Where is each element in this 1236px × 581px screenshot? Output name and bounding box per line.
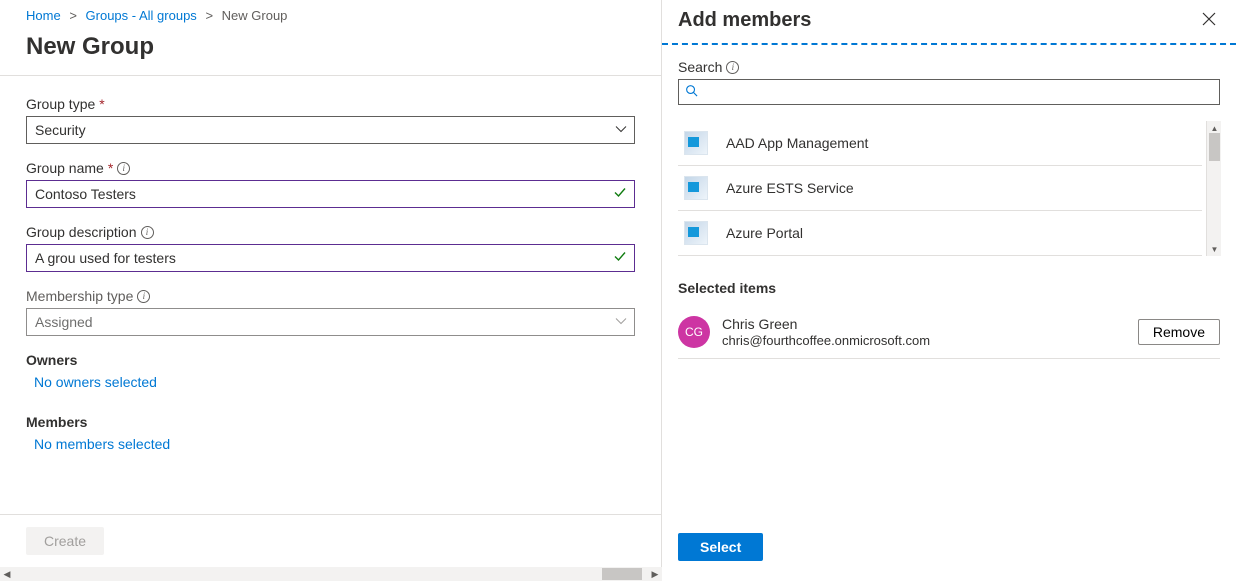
membership-type-label: Membership type [26, 288, 635, 304]
vertical-scrollbar[interactable]: ▲ ▼ [1206, 121, 1221, 256]
avatar: CG [678, 316, 710, 348]
list-item[interactable]: Azure ESTS Service [678, 166, 1202, 211]
breadcrumb: Home > Groups - All groups > New Group [0, 0, 661, 29]
breadcrumb-home[interactable]: Home [26, 8, 61, 23]
horizontal-scrollbar[interactable]: ◀ ▶ [0, 567, 662, 581]
list-item[interactable]: AAD App Management [678, 121, 1202, 166]
new-group-panel: Home > Groups - All groups > New Group N… [0, 0, 662, 581]
scrollbar-thumb[interactable] [1209, 133, 1220, 161]
scroll-down-icon[interactable]: ▼ [1207, 242, 1222, 256]
group-type-label: Group type* [26, 96, 635, 112]
app-icon [684, 176, 708, 200]
scrollbar-thumb[interactable] [602, 568, 642, 580]
selected-items-heading: Selected items [678, 280, 1220, 296]
selected-item: CG Chris Green chris@fourthcoffee.onmicr… [678, 306, 1220, 359]
group-description-input[interactable] [26, 244, 635, 272]
info-icon[interactable] [141, 226, 154, 239]
search-icon [685, 84, 698, 100]
dashed-divider [662, 43, 1236, 45]
app-icon [684, 221, 708, 245]
members-link[interactable]: No members selected [34, 436, 170, 452]
bottom-bar: Create [0, 514, 661, 567]
checkmark-icon [613, 250, 627, 267]
group-description-label: Group description [26, 224, 635, 240]
selected-item-email: chris@fourthcoffee.onmicrosoft.com [722, 333, 1138, 349]
membership-type-select: Assigned [26, 308, 635, 336]
close-button[interactable] [1198, 8, 1220, 33]
group-name-input[interactable] [26, 180, 635, 208]
list-item[interactable]: Azure Portal [678, 211, 1202, 256]
checkmark-icon [613, 186, 627, 203]
info-icon[interactable] [137, 290, 150, 303]
chevron-right-icon: > [69, 8, 77, 23]
owners-link[interactable]: No owners selected [34, 374, 157, 390]
scroll-left-icon[interactable]: ◀ [0, 567, 14, 581]
scroll-right-icon[interactable]: ▶ [648, 567, 662, 581]
close-icon [1202, 14, 1216, 29]
list-item-label: Azure ESTS Service [726, 180, 854, 196]
panel-footer: Select [662, 521, 1236, 581]
list-item-label: Azure Portal [726, 225, 803, 241]
app-icon [684, 131, 708, 155]
owners-heading: Owners [26, 352, 635, 368]
info-icon[interactable] [726, 61, 739, 74]
search-input[interactable] [678, 79, 1220, 105]
create-button: Create [26, 527, 104, 555]
selected-item-name: Chris Green [722, 316, 1138, 333]
info-icon[interactable] [117, 162, 130, 175]
group-name-label: Group name* [26, 160, 635, 176]
remove-button[interactable]: Remove [1138, 319, 1220, 345]
list-item-label: AAD App Management [726, 135, 868, 151]
select-button[interactable]: Select [678, 533, 763, 561]
members-heading: Members [26, 414, 635, 430]
breadcrumb-groups[interactable]: Groups - All groups [86, 8, 197, 23]
panel-title: Add members [678, 9, 811, 32]
results-list: AAD App Management Azure ESTS Service Az… [678, 121, 1220, 256]
page-title: New Group [0, 29, 661, 75]
add-members-panel: Add members Search AAD App Management [662, 0, 1236, 581]
chevron-right-icon: > [205, 8, 213, 23]
group-type-select[interactable]: Security [26, 116, 635, 144]
form: Group type* Security Group name* Group d… [0, 76, 661, 470]
search-label: Search [678, 59, 1220, 75]
breadcrumb-current: New Group [222, 8, 288, 23]
